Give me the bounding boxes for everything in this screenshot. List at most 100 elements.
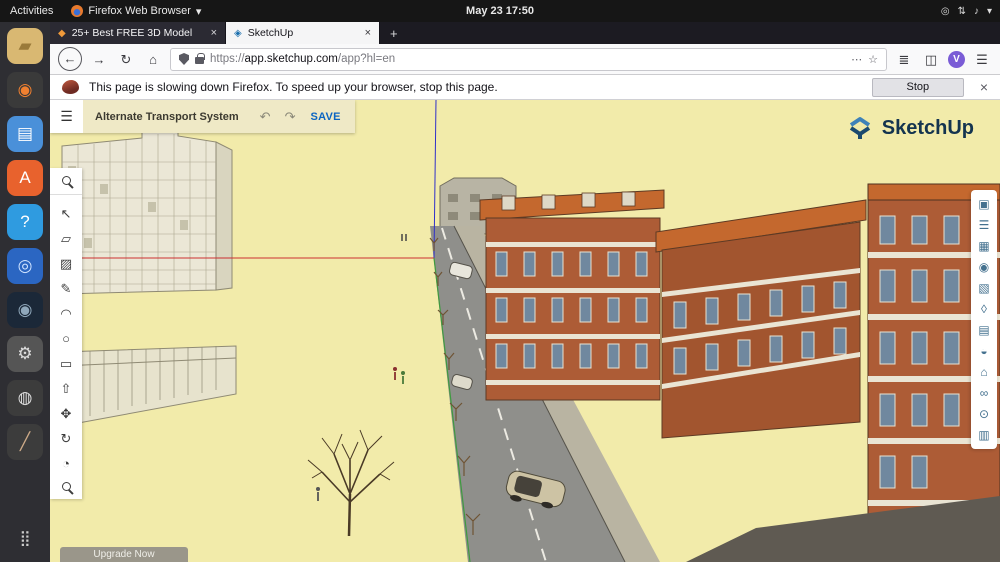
new-tab-button[interactable]: + — [380, 22, 408, 44]
clock[interactable]: May 23 17:50 — [466, 5, 534, 17]
lock-icon[interactable] — [195, 53, 205, 64]
bookmark-star-icon[interactable]: ☆ — [868, 53, 878, 66]
tool-zoom[interactable] — [61, 482, 71, 491]
notification-close-icon[interactable]: × — [980, 79, 988, 95]
magnifier-icon — [61, 482, 71, 491]
extension-badge[interactable]: V — [948, 50, 965, 68]
tool-select[interactable]: ↖ — [61, 207, 72, 220]
stop-button[interactable]: Stop — [871, 77, 964, 97]
dock: ▰ ◉ ▤ A? ◎ ◉ ⚙ ◍ ╱ ⣿ — [0, 22, 50, 562]
dock-show-applications[interactable]: ⣿ — [7, 520, 43, 556]
tray-volume[interactable]: ♪ — [974, 6, 979, 17]
tray-menu-caret[interactable]: ▾ — [987, 6, 992, 17]
redo-button[interactable]: ↷ — [278, 109, 303, 125]
tool-tape-measure[interactable]: ◔ — [62, 457, 70, 470]
sketchup-menu-button[interactable]: ☰ — [50, 100, 83, 133]
tray-network[interactable]: ⇅ — [958, 6, 966, 17]
tool-line[interactable]: ✎ — [61, 282, 72, 295]
firefox-window: ◆ 25+ Best FREE 3D Model × ◈ SketchUp × … — [50, 22, 1000, 562]
panel-rail: ▣ ☰ ▦ ◉ ▧ ◊ ▤ ◒ ⌂ ∞ ⊙ ▥ — [971, 190, 997, 449]
notification-bar: This page is slowing down Firefox. To sp… — [50, 75, 1000, 100]
panel-add-location[interactable]: ⊙ — [979, 408, 989, 420]
tool-search[interactable] — [50, 176, 82, 195]
app-menu-label: Firefox Web Browser — [88, 5, 191, 17]
save-button[interactable]: SAVE — [302, 111, 354, 123]
panel-instructor[interactable]: ☰ — [979, 219, 990, 231]
page-actions-icon[interactable]: ⋯ — [851, 53, 862, 66]
tool-shapes[interactable]: ▭ — [60, 357, 72, 370]
panel-tags[interactable]: ◊ — [981, 303, 987, 315]
dock-steam[interactable]: ◉ — [7, 292, 43, 328]
tab-favicon: ◈ — [234, 27, 242, 39]
home-button[interactable]: ⌂ — [143, 53, 163, 66]
tool-push-pull[interactable]: ⇧ — [61, 382, 72, 395]
firefox-icon — [71, 5, 84, 17]
notification-message: This page is slowing down Firefox. To sp… — [89, 80, 498, 94]
tool-rotate[interactable]: ↻ — [61, 432, 72, 445]
slow-page-icon — [62, 80, 79, 94]
url-path: /app?hl=en — [337, 53, 396, 65]
panel-model-info[interactable]: ▥ — [978, 429, 989, 441]
library-icon[interactable]: ≣ — [894, 53, 914, 66]
panel-views[interactable]: ⌂ — [980, 366, 987, 378]
dock-files[interactable]: ▰ — [7, 28, 43, 64]
left-building — [61, 125, 233, 295]
forward-button[interactable]: → — [89, 53, 109, 66]
navigation-toolbar: ← → ↻ ⌂ https://app.sketchup.com/app?hl=… — [50, 44, 1000, 75]
tab-close-icon[interactable]: × — [365, 27, 371, 39]
caret-down-icon: ▾ — [195, 5, 202, 18]
dock-ruler[interactable]: ╱ — [7, 424, 43, 460]
panel-entity-info[interactable]: ▣ — [978, 198, 989, 210]
panel-components[interactable]: ▦ — [978, 240, 989, 252]
url-text: https://app.sketchup.com/app?hl=en — [210, 53, 845, 65]
app-menu[interactable]: Firefox Web Browser ▾ — [63, 5, 209, 18]
tab-label: 25+ Best FREE 3D Model — [71, 27, 193, 39]
tab-favicon: ◆ — [58, 27, 66, 39]
desktop: Activities Firefox Web Browser ▾ May 23 … — [0, 0, 1000, 562]
url-bar[interactable]: https://app.sketchup.com/app?hl=en ⋯ ☆ — [170, 47, 887, 71]
tab-sketchup[interactable]: ◈ SketchUp × — [226, 22, 380, 44]
tray-screencast[interactable]: ◎ — [941, 6, 950, 17]
dock-ubuntu-software[interactable]: A — [7, 160, 43, 196]
sketchup-logo-icon — [849, 117, 870, 139]
model-title[interactable]: Alternate Transport System — [83, 111, 253, 123]
dock-help[interactable]: ? — [7, 204, 43, 240]
tool-palette: ↖ ▱ ▨ ✎ ◠ ○ ▭ ⇧ ✥ ↻ ◔ — [50, 168, 82, 499]
dock-document-viewer[interactable]: ▤ — [7, 116, 43, 152]
panel-styles[interactable]: ▧ — [978, 282, 989, 294]
brick-building-center — [479, 189, 665, 401]
panel-soften-edges[interactable]: ∞ — [980, 387, 989, 399]
brick-building-right — [655, 199, 867, 439]
upgrade-button[interactable]: Upgrade Now — [60, 547, 188, 562]
tracking-shield-icon[interactable] — [179, 53, 189, 65]
tool-eraser[interactable]: ▱ — [61, 232, 71, 245]
tool-arc[interactable]: ◠ — [60, 307, 71, 320]
sketchup-wordmark: SketchUp — [881, 116, 974, 139]
url-host: app.sketchup.com — [244, 53, 338, 65]
tool-circle[interactable]: ○ — [62, 332, 70, 345]
tool-move[interactable]: ✥ — [61, 407, 72, 420]
tab-close-icon[interactable]: × — [211, 27, 217, 39]
tool-paint[interactable]: ▨ — [60, 257, 72, 270]
3d-viewport[interactable] — [50, 100, 1000, 562]
magnifier-icon — [61, 176, 71, 185]
sketchup-header: ☰ Alternate Transport System ↶ ↷ SAVE — [50, 100, 355, 133]
back-button[interactable]: ← — [58, 47, 82, 71]
sidebar-icon[interactable]: ◫ — [921, 53, 941, 66]
reload-button[interactable]: ↻ — [116, 53, 136, 66]
dock-settings[interactable]: ⚙ — [7, 336, 43, 372]
menu-icon[interactable]: ☰ — [972, 53, 992, 66]
dock-browser[interactable]: ◎ — [7, 248, 43, 284]
panel-display[interactable]: ◒ — [980, 345, 987, 357]
panel-materials[interactable]: ◉ — [979, 261, 989, 273]
sketchup-brand: SketchUp — [846, 114, 974, 142]
sketchup-app: ☰ Alternate Transport System ↶ ↷ SAVE Sk… — [50, 100, 1000, 562]
tab-label: SketchUp — [247, 27, 294, 39]
undo-button[interactable]: ↶ — [253, 109, 278, 125]
panel-scenes[interactable]: ▤ — [978, 324, 989, 336]
system-tray[interactable]: ◎ ⇅ ♪ ▾ — [941, 6, 992, 17]
dock-color-utility[interactable]: ◍ — [7, 380, 43, 416]
tab-3d-models[interactable]: ◆ 25+ Best FREE 3D Model × — [50, 22, 226, 44]
dock-rhythmbox[interactable]: ◉ — [7, 72, 43, 108]
activities-button[interactable]: Activities — [0, 5, 63, 17]
